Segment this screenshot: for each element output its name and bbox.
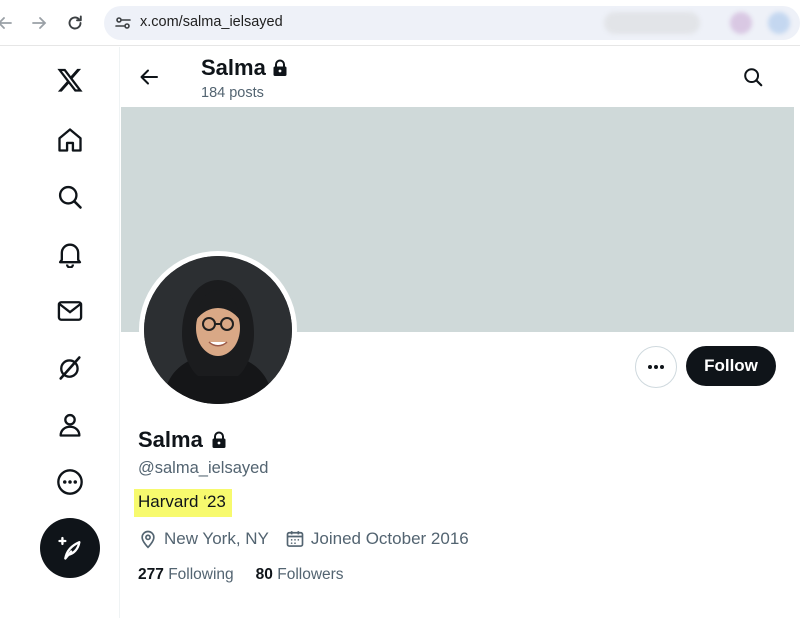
profile-avatar-icon [768, 12, 790, 34]
following-link[interactable]: 277 Following [138, 566, 234, 584]
explore-icon[interactable] [55, 182, 85, 212]
profile-column: Salma 184 posts Follow Salma @salma_iels… [121, 47, 800, 618]
profile-name: Salma [138, 427, 227, 453]
followers-count: 80 [255, 566, 273, 583]
left-sidebar [0, 47, 120, 618]
search-icon [744, 68, 763, 87]
follow-button[interactable]: Follow [686, 346, 776, 386]
site-info-icon[interactable] [114, 14, 132, 37]
browser-forward-button[interactable] [28, 12, 50, 34]
messages-icon[interactable] [55, 296, 85, 326]
extension-icons [604, 12, 700, 34]
posts-count: 184 posts [201, 85, 264, 101]
arrow-left-icon [0, 17, 12, 29]
avatar-photo [144, 256, 292, 404]
join-date-text: Joined October 2016 [310, 529, 469, 548]
x-logo-icon[interactable] [55, 65, 85, 95]
address-bar[interactable]: x.com/salma_ielsayed [104, 6, 800, 40]
location-pin-icon [141, 530, 155, 549]
calendar-icon [286, 531, 304, 547]
following-count: 277 [138, 566, 164, 583]
grok-icon[interactable] [55, 353, 85, 383]
home-icon[interactable] [55, 125, 85, 155]
more-icon[interactable] [55, 467, 85, 497]
bio-text: Harvard ‘23 [134, 489, 232, 517]
display-name: Salma [138, 427, 203, 452]
lock-icon [212, 431, 226, 448]
browser-toolbar: x.com/salma_ielsayed [0, 0, 800, 46]
search-button[interactable] [741, 65, 765, 89]
profile-icon[interactable] [55, 410, 85, 440]
following-label: Following [168, 566, 234, 583]
arrow-right-icon [32, 17, 47, 29]
extension-icon [730, 12, 752, 34]
compose-post-button[interactable] [40, 518, 100, 578]
follow-stats: 277 Following 80 Followers [138, 566, 366, 584]
more-options-button[interactable] [635, 346, 677, 388]
profile-header-bar: Salma 184 posts [121, 47, 800, 107]
lock-icon [273, 59, 287, 76]
arrow-left-icon [140, 69, 158, 85]
followers-label: Followers [277, 566, 344, 583]
compose-icon [58, 536, 81, 560]
profile-meta: New York, NY Joined October 2016 [138, 529, 485, 549]
user-handle: @salma_ielsayed [138, 459, 269, 477]
header-display-name: Salma [201, 55, 266, 80]
url-text: x.com/salma_ielsayed [140, 14, 283, 30]
notifications-icon[interactable] [55, 239, 85, 269]
location: New York, NY [138, 529, 269, 549]
browser-reload-button[interactable] [64, 12, 86, 34]
avatar[interactable] [139, 251, 297, 409]
back-button[interactable] [137, 65, 161, 89]
reload-icon [68, 15, 82, 30]
header-name: Salma [201, 55, 288, 81]
join-date: Joined October 2016 [285, 529, 469, 549]
location-text: New York, NY [164, 529, 269, 548]
browser-back-button[interactable] [0, 12, 16, 34]
ellipsis-icon [648, 365, 664, 369]
followers-link[interactable]: 80 Followers [256, 566, 344, 584]
